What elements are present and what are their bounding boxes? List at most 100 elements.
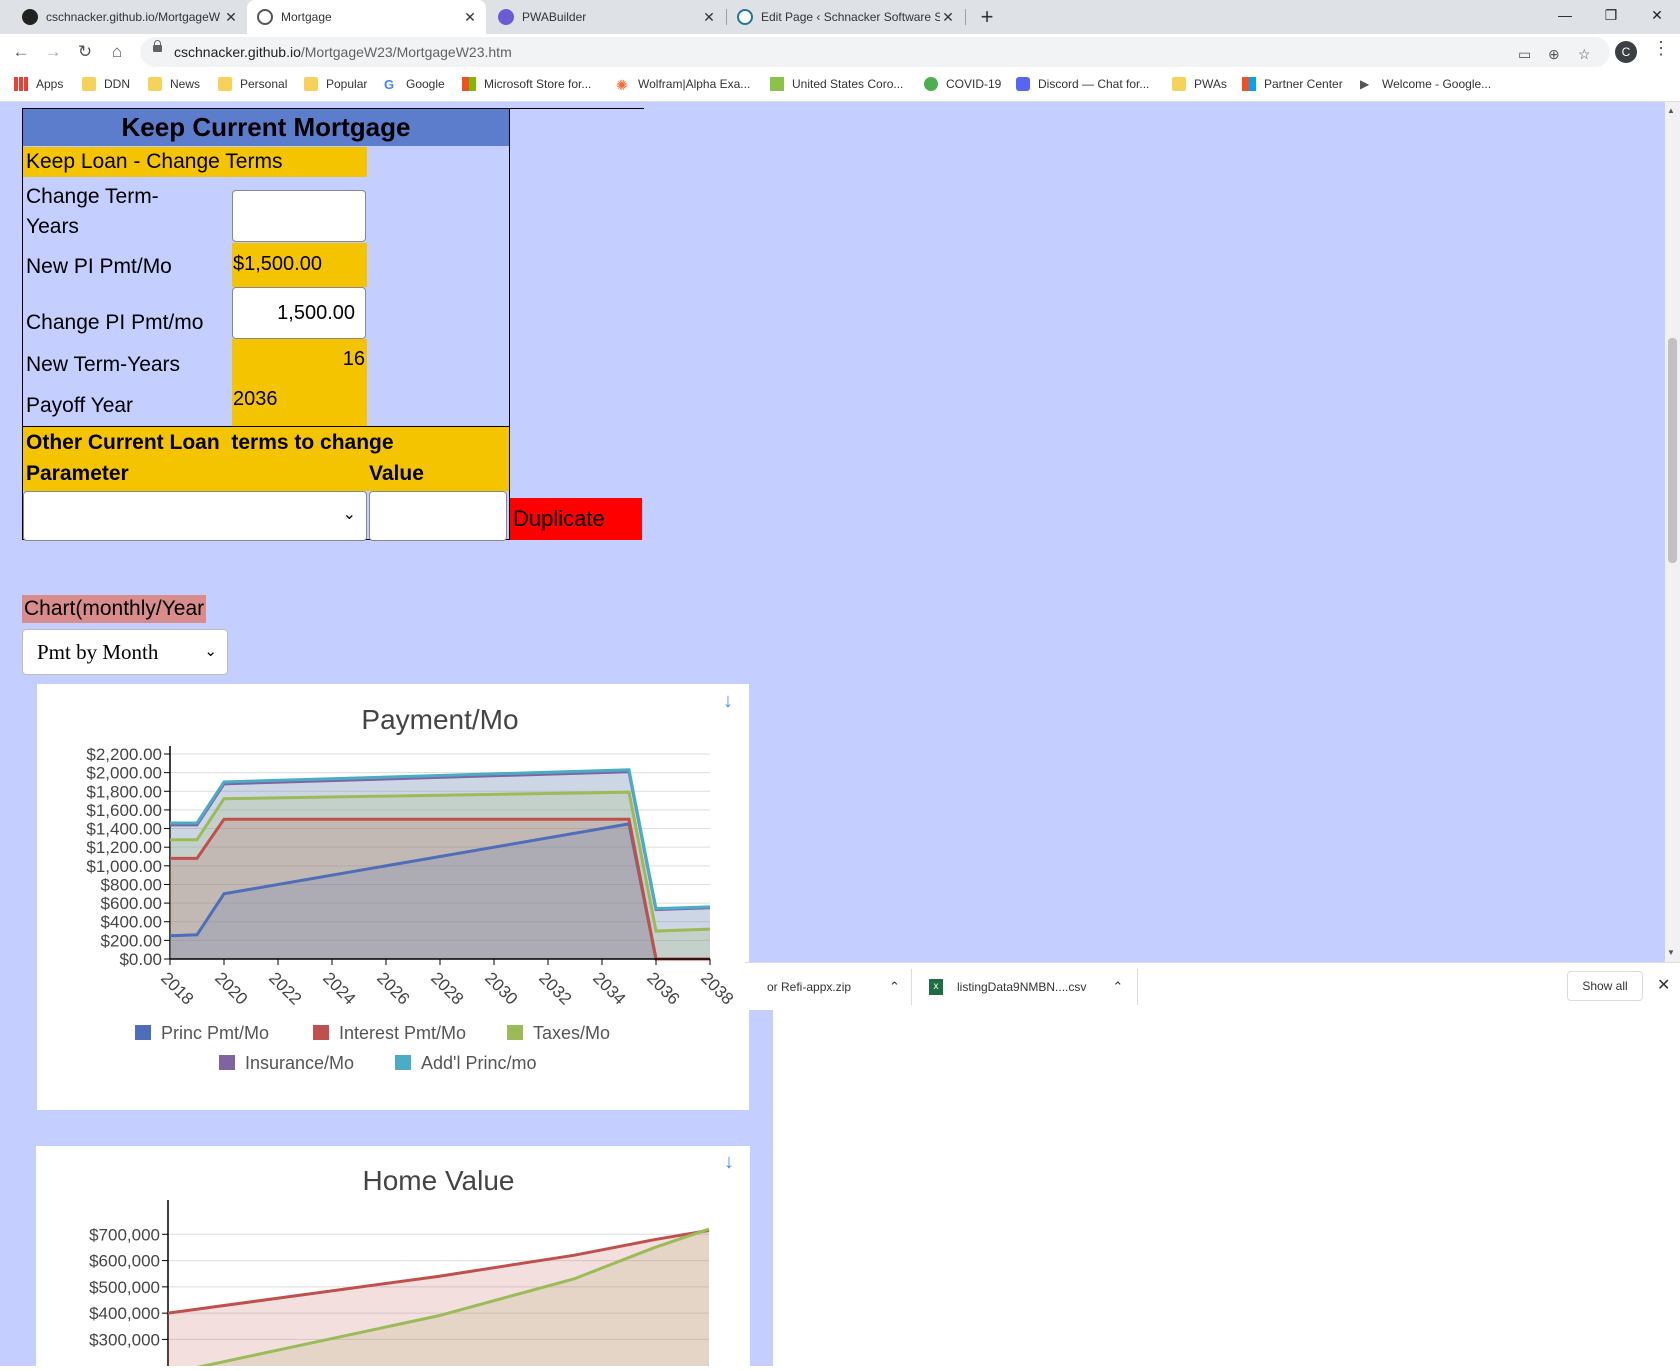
legend-item: Insurance/Mo xyxy=(245,1053,354,1073)
close-icon[interactable]: ✕ xyxy=(940,9,956,26)
bookmark-apps[interactable]: Apps xyxy=(14,77,63,91)
install-icon[interactable]: ⊕ xyxy=(1548,46,1560,63)
bookmark-news[interactable]: News xyxy=(148,77,200,91)
y-tick-label: $2,000.00 xyxy=(86,764,162,783)
download-icon[interactable]: ↓ xyxy=(724,1151,734,1174)
tab-github[interactable]: cschnacker.github.io/MortgageW ✕ xyxy=(12,0,247,34)
x-tick-label: 2020 xyxy=(211,968,251,1008)
bookmark-discord[interactable]: Discord — Chat for... xyxy=(1016,77,1149,91)
y-tick-label: $2,200.00 xyxy=(86,745,162,764)
folder-icon xyxy=(148,77,162,91)
covid-icon xyxy=(924,77,938,91)
google-icon: G xyxy=(384,77,395,92)
back-button[interactable]: ← xyxy=(9,40,33,64)
legend-swatch xyxy=(313,1025,329,1040)
reload-button[interactable]: ↻ xyxy=(73,40,97,64)
bookmark-ddn[interactable]: DDN xyxy=(82,77,130,91)
bookmark-partner-center[interactable]: Partner Center xyxy=(1242,77,1343,91)
pwabuilder-icon xyxy=(498,9,514,25)
download-icon[interactable]: ↓ xyxy=(723,690,733,713)
payment-chart-card: Payment/Mo $0.00 $200.00 $400.00 $600.00 $800… xyxy=(37,684,749,1110)
change-pi-input[interactable]: 1,500.00 xyxy=(232,287,366,339)
home-button[interactable]: ⌂ xyxy=(105,40,129,64)
home-value-chart-card: Home Value $300,000 $400,000 $500,000 $600,0… xyxy=(36,1146,750,1371)
close-icon[interactable]: ✕ xyxy=(701,9,717,26)
change-term-label: Change Term- Years xyxy=(26,185,159,238)
address-bar[interactable]: cschnacker.github.io/MortgageW23/Mortgag… xyxy=(140,37,1610,67)
panel-subtitle: Keep Loan - Change Terms xyxy=(23,147,367,177)
bookmark-popular[interactable]: Popular xyxy=(304,77,367,91)
bookmark-covid[interactable]: COVID-19 xyxy=(924,77,1001,91)
y-tick-label: $500,000 xyxy=(89,1278,160,1297)
chart-title: Home Value xyxy=(362,1165,514,1196)
close-icon[interactable]: ✕ xyxy=(1657,975,1670,995)
browser-toolbar: ← → ↻ ⌂ cschnacker.github.io/MortgageW23… xyxy=(0,34,1680,70)
wordpress-icon xyxy=(737,9,753,25)
bookmark-us-coro[interactable]: United States Coro... xyxy=(770,77,903,91)
y-tick-label: $1,800.00 xyxy=(86,782,162,801)
close-icon[interactable]: ✕ xyxy=(223,9,239,26)
legend-swatch xyxy=(395,1055,411,1070)
bookmark-wolfram[interactable]: ✺ Wolfram|Alpha Exa... xyxy=(616,77,750,93)
legend-item: Taxes/Mo xyxy=(533,1023,610,1043)
forward-button[interactable]: → xyxy=(41,40,65,64)
window-close-button[interactable]: ✕ xyxy=(1634,0,1680,30)
new-pi-value: $1,500.00 xyxy=(233,253,322,275)
apps-grid-icon xyxy=(14,77,28,91)
y-tick-label: $1,400.00 xyxy=(86,820,162,839)
star-icon[interactable]: ☆ xyxy=(1578,46,1591,63)
legend-item: Interest Pmt/Mo xyxy=(339,1023,466,1043)
y-tick-label: $600,000 xyxy=(89,1252,160,1271)
chevron-up-icon[interactable]: ⌃ xyxy=(889,979,900,995)
panel-title: Keep Current Mortgage xyxy=(23,109,509,146)
x-tick-label: 2030 xyxy=(481,968,521,1008)
tab-pwabuilder[interactable]: PWABuilder ✕ xyxy=(488,0,725,34)
kebab-menu-icon[interactable]: ⋮ xyxy=(1652,38,1670,59)
new-pi-label: New PI Pmt/Mo xyxy=(26,255,172,278)
bookmark-personal[interactable]: Personal xyxy=(218,77,287,91)
chart-select-label: Chart(monthly/Year xyxy=(22,595,207,623)
parameter-select[interactable]: ⌄ xyxy=(23,491,367,541)
tab-mortgage[interactable]: Mortgage ✕ xyxy=(247,0,486,34)
chart-title: Payment/Mo xyxy=(361,704,518,735)
folder-icon xyxy=(1172,77,1186,91)
scroll-up-icon[interactable]: ▲ xyxy=(1667,106,1675,115)
bookmark-google[interactable]: G Google xyxy=(384,77,445,92)
keep-mortgage-panel: Keep Current Mortgage Keep Loan - Change… xyxy=(22,108,510,541)
y-tick-label: $300,000 xyxy=(89,1330,160,1349)
minimize-button[interactable]: — xyxy=(1542,0,1588,30)
legend-swatch xyxy=(507,1025,523,1040)
cast-icon[interactable]: ▭ xyxy=(1518,46,1531,63)
close-icon[interactable]: ✕ xyxy=(462,9,478,26)
show-all-button[interactable]: Show all xyxy=(1567,971,1643,1001)
bookmark-pwas[interactable]: PWAs xyxy=(1172,77,1227,91)
term-values-bg: 16 2036 xyxy=(232,339,367,426)
globe-icon xyxy=(257,9,273,25)
folder-icon xyxy=(218,77,232,91)
scroll-down-icon[interactable]: ▼ xyxy=(1667,948,1675,957)
new-tab-button[interactable]: + xyxy=(975,4,999,29)
new-term-label: New Term-Years xyxy=(26,353,181,376)
bookmark-microsoft-store[interactable]: Microsoft Store for... xyxy=(462,77,591,91)
profile-avatar[interactable]: C xyxy=(1615,41,1637,63)
chart-type-select[interactable]: Pmt by Month ⌄ xyxy=(22,629,228,675)
legend-swatch xyxy=(219,1055,235,1070)
github-icon xyxy=(22,9,38,25)
download-item-csv[interactable]: x listingData9NMBN....csv ⌃ xyxy=(929,963,1123,1011)
change-term-input[interactable] xyxy=(232,190,366,242)
chevron-up-icon[interactable]: ⌃ xyxy=(1112,979,1123,995)
download-item-zip[interactable]: or Refi-appx.zip ⌃ xyxy=(767,963,900,1011)
page-scrollbar[interactable]: ▲ ▼ xyxy=(1665,102,1680,962)
y-tick-label: $1,600.00 xyxy=(86,801,162,820)
scroll-thumb[interactable] xyxy=(1668,338,1677,563)
x-tick-label: 2034 xyxy=(589,968,629,1008)
restore-button[interactable]: ❐ xyxy=(1588,0,1634,30)
bookmark-welcome-google[interactable]: ▶ Welcome - Google... xyxy=(1360,77,1491,91)
duplicate-button[interactable]: Duplicate xyxy=(510,498,642,540)
tab-wordpress[interactable]: Edit Page ‹ Schnacker Software S ✕ xyxy=(727,0,964,34)
folder-icon xyxy=(304,77,318,91)
x-tick-label: 2022 xyxy=(265,968,305,1008)
value-input[interactable] xyxy=(369,491,507,541)
home-value-chart: Home Value $300,000 $400,000 $500,000 $600,0… xyxy=(89,1165,710,1371)
value-header: Value xyxy=(369,462,424,485)
